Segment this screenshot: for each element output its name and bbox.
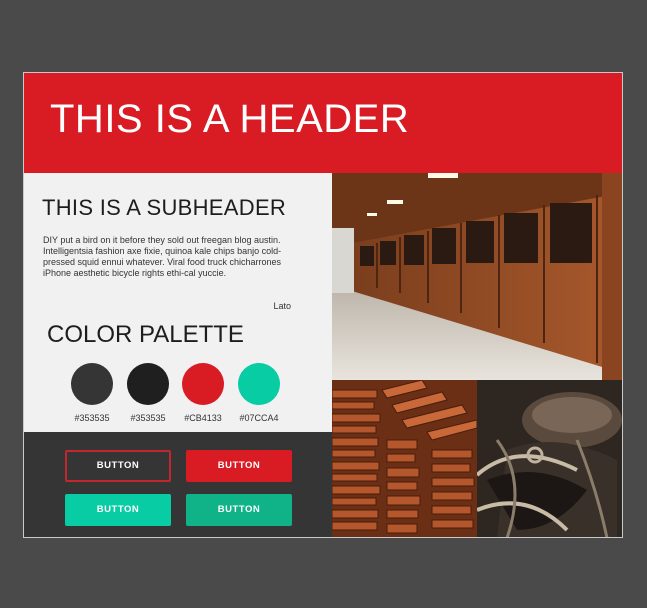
color-palette-title: COLOR PALETTE (47, 321, 244, 348)
header-banner: THIS IS A HEADER (24, 73, 622, 173)
wood-planks-photo (332, 380, 477, 537)
swatch-label: #CB4133 (184, 413, 222, 423)
body-text: DIY put a bird on it before they sold ou… (43, 235, 282, 278)
header-title: THIS IS A HEADER (50, 97, 410, 141)
outline-red-button[interactable]: BUTTON (65, 450, 171, 482)
swatch-red (182, 363, 224, 405)
saddle-photo (477, 380, 622, 537)
font-name-label: Lato (273, 301, 291, 311)
swatch-label: #07CCA4 (239, 413, 279, 423)
stable-barn-photo (332, 173, 622, 380)
swatch-black (127, 363, 169, 405)
swatch-label: #353535 (130, 413, 166, 423)
swatch-dark-gray (71, 363, 113, 405)
swatch-label: #353535 (74, 413, 110, 423)
subheader: THIS IS A SUBHEADER (42, 195, 287, 220)
dark-teal-button[interactable]: BUTTON (186, 494, 292, 526)
red-button[interactable]: BUTTON (186, 450, 292, 482)
swatch-teal (238, 363, 280, 405)
buttons-panel: BUTTON BUTTON BUTTON BUTTON (24, 432, 332, 537)
style-guide-card: THIS IS A HEADER THIS IS A SUBHEADER DIY… (23, 72, 623, 538)
teal-button[interactable]: BUTTON (65, 494, 171, 526)
content-panel: THIS IS A SUBHEADER DIY put a bird on it… (24, 173, 332, 432)
